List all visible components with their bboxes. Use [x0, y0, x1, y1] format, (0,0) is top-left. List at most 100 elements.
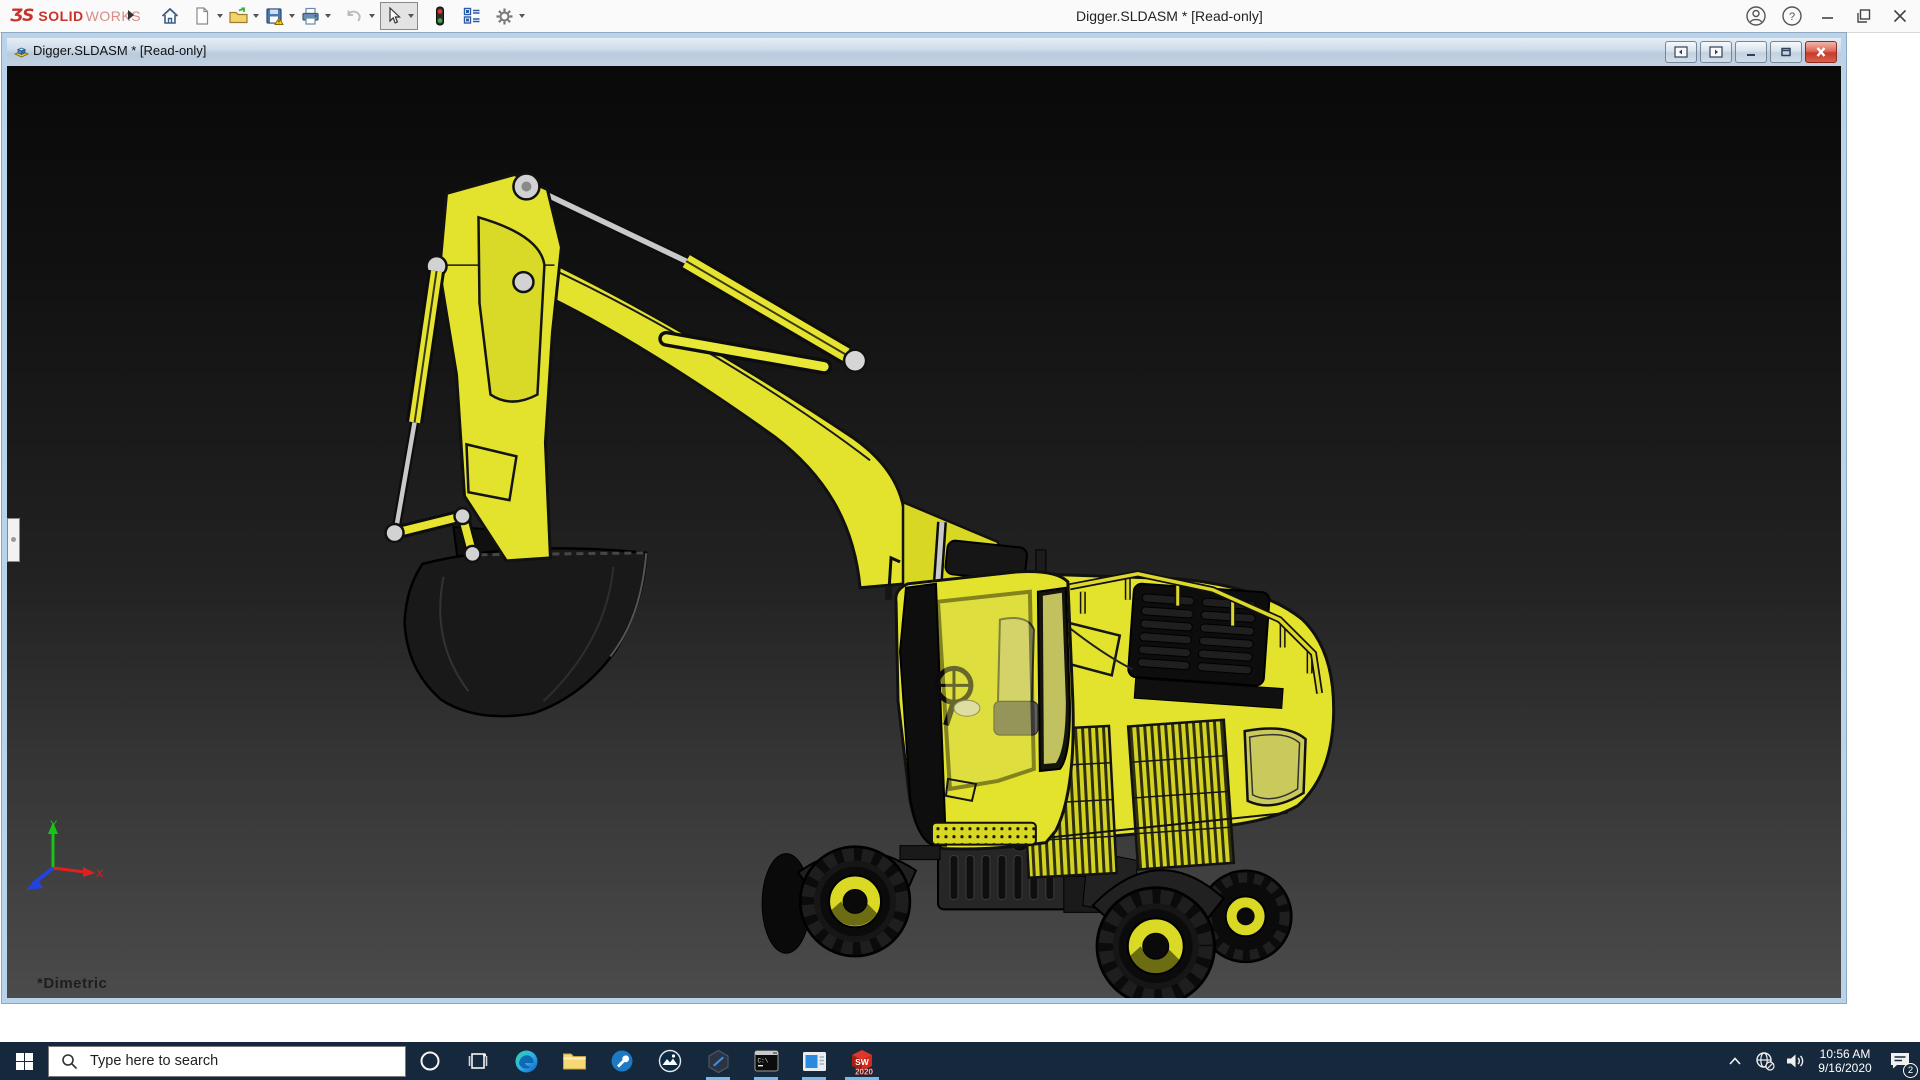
traffic-light-icon	[433, 5, 447, 27]
search-icon	[61, 1053, 78, 1070]
assembly-icon	[13, 43, 30, 60]
open-button[interactable]	[226, 3, 250, 29]
desktop-screen: ƷS SOLIDWORKS	[0, 0, 1920, 1080]
photos-icon	[658, 1049, 682, 1073]
minimize-icon	[1818, 6, 1838, 26]
edge-icon	[514, 1049, 539, 1074]
handle-grip-dot	[11, 537, 16, 542]
minimize-button[interactable]	[1814, 3, 1842, 29]
menu-expand-arrow[interactable]	[128, 10, 134, 20]
document-window: Digger.SLDASM * [Read-only]	[2, 33, 1846, 1003]
restore-button[interactable]	[1850, 3, 1878, 29]
start-button[interactable]	[0, 1042, 48, 1080]
help-button[interactable]: ?	[1778, 3, 1806, 29]
edge-button[interactable]	[502, 1042, 550, 1080]
brand-text-solid: SOLID	[38, 8, 83, 24]
engine-vent-panel	[1128, 583, 1270, 686]
support-tool-button[interactable]	[598, 1042, 646, 1080]
solidworks-taskbar-button[interactable]: SW 2020	[838, 1042, 886, 1080]
taskbar-clock[interactable]: 10:56 AM 9/16/2020	[1810, 1047, 1880, 1075]
cortana-button[interactable]	[406, 1042, 454, 1080]
app-window-button[interactable]	[790, 1042, 838, 1080]
doc-close-icon	[1814, 46, 1828, 58]
select-tool-dropdown[interactable]	[405, 3, 417, 29]
tray-expand-button[interactable]	[1720, 1042, 1750, 1080]
account-button[interactable]	[1742, 3, 1770, 29]
cortana-icon	[419, 1050, 441, 1072]
featuremanager-collapsed-handle[interactable]	[7, 518, 20, 562]
doc-restore-button[interactable]	[1770, 41, 1802, 63]
pane-left-icon	[1674, 46, 1688, 58]
file-explorer-button[interactable]	[550, 1042, 598, 1080]
windshield	[938, 592, 1034, 789]
design-checker-button[interactable]	[460, 3, 484, 29]
doc-minimize-icon	[1744, 46, 1758, 58]
print-dropdown[interactable]	[322, 3, 334, 29]
new-document-dropdown[interactable]	[214, 3, 226, 29]
select-tool-group	[380, 2, 418, 30]
cab	[885, 540, 1073, 860]
options-dropdown[interactable]	[516, 3, 528, 29]
save-dropdown[interactable]	[286, 3, 298, 29]
close-icon	[1890, 6, 1910, 26]
new-document-button[interactable]	[190, 3, 214, 29]
window-controls: ?	[1742, 0, 1914, 32]
excavator-model[interactable]	[7, 66, 1841, 998]
edrawings-button[interactable]	[694, 1042, 742, 1080]
save-icon	[264, 6, 285, 27]
account-icon	[1745, 5, 1767, 27]
triad-x-label: X	[96, 868, 103, 880]
network-status-button[interactable]	[1750, 1042, 1780, 1080]
app-window-icon	[802, 1051, 827, 1072]
undo-button[interactable]	[342, 3, 366, 29]
stick-arm	[427, 174, 562, 561]
command-prompt-icon: C:\	[754, 1050, 779, 1072]
solidworks-logo-mark: ƷS	[10, 6, 33, 26]
print-icon	[300, 6, 321, 26]
select-tool-button[interactable]	[381, 3, 405, 29]
document-window-controls	[1665, 41, 1837, 63]
task-view-icon	[467, 1050, 489, 1072]
stoplight-button[interactable]	[428, 3, 452, 29]
doc-close-button[interactable]	[1805, 41, 1837, 63]
help-icon: ?	[1781, 5, 1803, 27]
taskbar-search[interactable]	[48, 1046, 406, 1077]
wheel-front-right	[1097, 887, 1215, 998]
print-button[interactable]	[298, 3, 322, 29]
undo-dropdown[interactable]	[366, 3, 378, 29]
chevron-up-icon	[1728, 1056, 1742, 1066]
search-input[interactable]	[88, 1052, 382, 1070]
home-icon	[160, 6, 180, 26]
wheel-front-left	[800, 847, 910, 957]
home-button[interactable]	[158, 3, 182, 29]
graphics-viewport[interactable]: Y X *Dimetric	[7, 66, 1841, 998]
save-button[interactable]	[262, 3, 286, 29]
doc-minimize-button[interactable]	[1735, 41, 1767, 63]
system-tray: 10:56 AM 9/16/2020 2	[1720, 1042, 1920, 1080]
command-prompt-button[interactable]: C:\	[742, 1042, 790, 1080]
bucket-cylinder	[397, 271, 437, 526]
open-folder-icon	[228, 6, 249, 26]
show-right-pane-button[interactable]	[1700, 41, 1732, 63]
solidworks-logo: ƷS SOLIDWORKS	[10, 6, 141, 26]
photos-button[interactable]	[646, 1042, 694, 1080]
svg-text:?: ?	[1789, 11, 1795, 23]
close-button[interactable]	[1886, 3, 1914, 29]
gear-icon	[494, 6, 515, 27]
checklist-icon	[462, 6, 482, 26]
reference-triad: Y X	[23, 816, 103, 902]
quick-access-toolbar	[158, 2, 528, 30]
doc-restore-icon	[1779, 46, 1793, 58]
document-titlebar[interactable]: Digger.SLDASM * [Read-only]	[7, 38, 1841, 67]
volume-button[interactable]	[1780, 1042, 1810, 1080]
app-titlebar: ƷS SOLIDWORKS	[0, 0, 1920, 33]
svg-text:C:\: C:\	[757, 1058, 768, 1065]
clock-time: 10:56 AM	[1810, 1047, 1880, 1061]
show-left-pane-button[interactable]	[1665, 41, 1697, 63]
app-title: Digger.SLDASM * [Read-only]	[1076, 8, 1263, 24]
options-button[interactable]	[492, 3, 516, 29]
task-view-button[interactable]	[454, 1042, 502, 1080]
triad-y-label: Y	[50, 819, 58, 831]
open-dropdown[interactable]	[250, 3, 262, 29]
action-center-button[interactable]: 2	[1880, 1042, 1920, 1080]
